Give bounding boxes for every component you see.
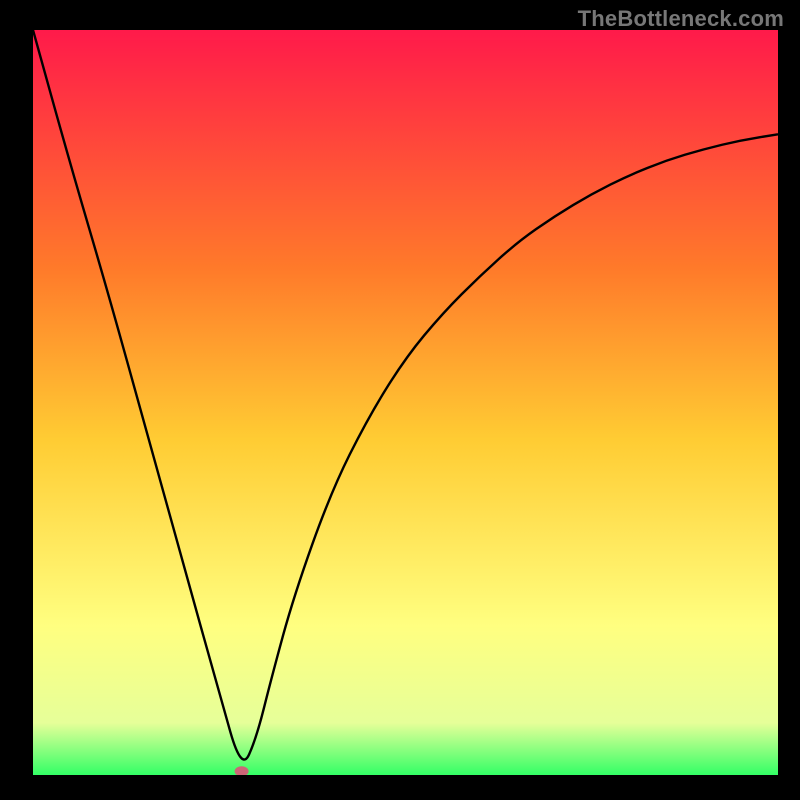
watermark-text: TheBottleneck.com xyxy=(578,6,784,32)
bottleneck-curve-chart xyxy=(33,30,778,775)
chart-plot-area xyxy=(33,30,778,775)
gradient-background xyxy=(33,30,778,775)
